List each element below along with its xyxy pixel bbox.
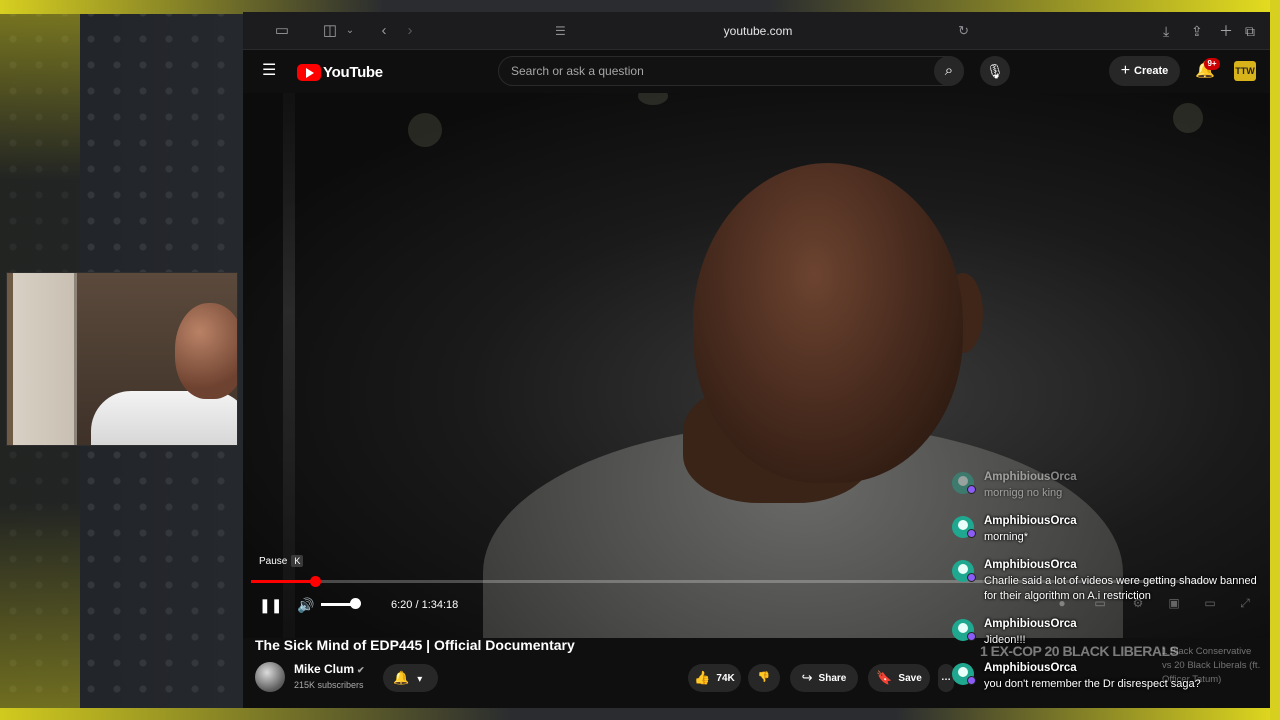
browser-titlebar: ▭ ◫ ⌄ ‹ › ☰ youtube.com ↻ ⤓ ⇪ ＋ ⧉ [243,12,1270,50]
progress-bar-fill [251,580,315,583]
reload-icon[interactable]: ↻ [958,20,969,42]
webcam-person-head [175,303,237,399]
channel-name[interactable]: Mike Clum ✔ [294,662,365,677]
chat-username: AmphibiousOrca [984,515,1077,527]
tabs-icon[interactable]: ⧉ [1245,20,1255,42]
account-avatar[interactable]: TTW [1234,61,1256,81]
search-input[interactable] [511,61,921,81]
channel-name-text: Mike Clum [294,662,355,676]
chevron-down-icon: ▾ [417,674,423,685]
subscriber-badge-icon [967,676,976,685]
subscription-bell-button[interactable]: 🔔 ▾ [383,664,438,692]
video-bokeh [408,113,442,147]
video-person-face [693,163,963,483]
save-button-label: Save [898,673,922,684]
address-url: youtube.com [723,24,793,38]
streamer-webcam [6,272,238,446]
microphone-icon[interactable]: 🎙 [980,56,1010,86]
bookmark-icon: 🔖 [876,670,893,685]
video-title: The Sick Mind of EDP445 | Official Docum… [255,637,575,653]
dislike-button[interactable]: 👎 [748,664,780,692]
like-button[interactable]: 👍 74K [688,664,741,692]
subscriber-badge-icon [967,573,976,582]
share-button[interactable]: ↪ Share [790,664,858,692]
forward-arrow-icon[interactable]: › [401,21,419,41]
video-bokeh [638,93,668,105]
share-button-label: Share [818,673,847,684]
pause-tooltip: Pause K [255,554,307,570]
chat-text: morning* [984,531,1029,543]
subscriber-badge-icon [967,485,976,494]
time-display: 6:20 / 1:34:18 [391,599,459,611]
volume-slider-knob[interactable] [350,598,361,609]
progress-scrubber[interactable] [310,576,321,587]
sidebar-toggle-icon[interactable]: ◫ [319,21,341,41]
site-settings-icon[interactable]: ☰ [555,20,566,42]
chat-text: Jideon!!! [984,634,1026,646]
tab-overview-icon[interactable]: ▭ [271,21,293,41]
chat-text: mornigg no king [984,487,1063,499]
search-icon[interactable]: ⌕ [934,56,964,86]
share-arrow-icon: ↪ [801,670,813,685]
chat-text: you don't remember the Dr disrespect sag… [984,678,1201,690]
verified-check-icon: ✔ [357,665,365,675]
youtube-logo[interactable]: YouTube [297,61,383,83]
back-arrow-icon[interactable]: ‹ [375,21,393,41]
volume-icon[interactable]: 🔊 [297,596,317,614]
notification-count-badge: 9+ [1204,58,1220,70]
thumbs-down-icon: 👎 [757,672,771,683]
new-tab-icon[interactable]: ＋ [1219,20,1233,42]
plus-icon: + [1120,62,1131,79]
chat-username: AmphibiousOrca [984,618,1077,630]
chat-username: AmphibiousOrca [984,662,1077,674]
youtube-header: ☰ YouTube ⌕ 🎙 +Create 🔔 9+ TTW [243,51,1270,93]
share-icon[interactable]: ⇪ [1191,20,1203,42]
chat-username: AmphibiousOrca [984,471,1077,483]
video-bokeh [1173,103,1203,133]
search-box [498,56,964,86]
webcam-door [13,273,77,445]
pause-tooltip-key: K [291,555,304,567]
subscriber-badge-icon [967,529,976,538]
address-bar[interactable]: ☰ youtube.com ↻ [543,20,973,42]
channel-avatar[interactable] [255,662,285,692]
thumbs-up-icon: 👍 [694,670,711,685]
bell-icon: 🔔 [393,670,410,685]
like-count: 74K [716,673,735,684]
menu-icon[interactable]: ☰ [262,63,278,79]
youtube-logo-text: YouTube [323,63,383,81]
subscriber-badge-icon [967,632,976,641]
more-actions-button[interactable]: … [938,664,954,692]
subscriber-count: 215K subscribers [294,680,364,690]
video-player[interactable]: Pause K ❚❚ 🔊 6:20 / 1:34:18 ● ▭ ⚙ ▣ ▭ ⤢ [243,93,1270,638]
more-icon: … [941,672,951,683]
download-icon[interactable]: ⤓ [1163,20,1169,42]
pause-icon[interactable]: ❚❚ [259,596,282,614]
stream-frame-right [1270,0,1280,720]
pause-tooltip-label: Pause [259,556,288,567]
chevron-down-icon[interactable]: ⌄ [343,21,357,41]
webcam-person-shirt [91,391,237,445]
stream-frame-bottom [0,708,1280,720]
chat-username: AmphibiousOrca [984,559,1077,571]
chat-text: Charlie said a lot of videos were gettin… [984,575,1257,602]
create-button[interactable]: + Create [1109,56,1180,86]
youtube-play-icon [297,63,321,81]
create-button-label: Create [1134,65,1169,77]
save-button[interactable]: 🔖 Save [868,664,930,692]
